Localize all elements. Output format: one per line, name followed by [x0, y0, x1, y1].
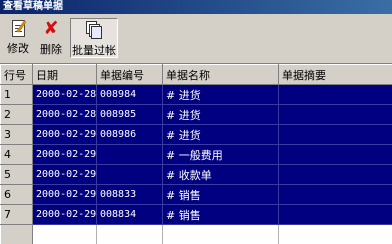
delete-x-icon: ✘ — [43, 18, 59, 39]
empty-cell — [96, 224, 163, 244]
row-number-cell[interactable]: 6 — [0, 184, 33, 205]
row-number-cell[interactable]: 5 — [0, 164, 33, 185]
document-number-cell[interactable]: 008986 — [96, 124, 163, 145]
table-header-row: 行号 日期 单据编号 单据名称 单据摘要 — [0, 64, 392, 85]
empty-row — [0, 224, 392, 244]
document-name-cell[interactable]: # 进货 — [162, 84, 279, 105]
document-number-cell[interactable] — [96, 164, 163, 185]
document-number-cell[interactable]: 008834 — [96, 204, 163, 225]
date-cell[interactable]: 2000-02-29 — [32, 204, 97, 225]
document-name-cell[interactable]: # 销售 — [162, 184, 279, 205]
date-cell[interactable]: 2000-02-29 — [32, 164, 97, 185]
row-number-cell[interactable]: 4 — [0, 144, 33, 165]
column-header-row-number[interactable]: 行号 — [0, 64, 33, 85]
delete-button[interactable]: ✘ 删除 — [37, 18, 65, 58]
table-row[interactable]: 7 2000-02-29 008834 # 销售 — [0, 204, 392, 225]
delete-button-label: 删除 — [40, 43, 62, 56]
edit-button-label: 修改 — [7, 42, 29, 55]
document-name-cell[interactable]: # 进货 — [162, 124, 279, 145]
empty-cell — [278, 224, 392, 244]
date-cell[interactable]: 2000-02-29 — [32, 144, 97, 165]
table-row[interactable]: 6 2000-02-29 008833 # 销售 — [0, 184, 392, 205]
document-summary-cell[interactable] — [278, 184, 392, 205]
column-header-document-name[interactable]: 单据名称 — [162, 64, 279, 85]
toolbar: 修改 ✘ 删除 批量过帐 — [0, 14, 392, 64]
row-number-cell[interactable]: 1 — [0, 84, 33, 105]
document-name-cell[interactable]: # 收款单 — [162, 164, 279, 185]
row-number-cell[interactable]: 7 — [0, 204, 33, 225]
document-number-cell[interactable]: 008985 — [96, 104, 163, 125]
column-header-date[interactable]: 日期 — [32, 64, 97, 85]
row-number-cell[interactable]: 2 — [0, 104, 33, 125]
batch-documents-icon — [86, 21, 102, 39]
draft-documents-grid[interactable]: 行号 日期 单据编号 单据名称 单据摘要 1 2000-02-28 008984 # … — [0, 64, 392, 244]
document-summary-cell[interactable] — [278, 124, 392, 145]
document-number-cell[interactable]: 008984 — [96, 84, 163, 105]
document-summary-cell[interactable] — [278, 104, 392, 125]
document-summary-cell[interactable] — [278, 204, 392, 225]
document-name-cell[interactable]: # 进货 — [162, 104, 279, 125]
edit-button[interactable]: 修改 — [4, 18, 32, 58]
document-number-cell[interactable] — [96, 144, 163, 165]
window-title: 查看草稿单据 — [0, 0, 392, 14]
document-name-cell[interactable]: # 一般费用 — [162, 144, 279, 165]
table-row[interactable]: 5 2000-02-29 # 收款单 — [0, 164, 392, 185]
batch-post-button-label: 批量过帐 — [72, 44, 116, 57]
table-row[interactable]: 4 2000-02-29 # 一般费用 — [0, 144, 392, 165]
document-name-cell[interactable]: # 销售 — [162, 204, 279, 225]
document-summary-cell[interactable] — [278, 164, 392, 185]
table-row[interactable]: 3 2000-02-29 008986 # 进货 — [0, 124, 392, 145]
date-cell[interactable]: 2000-02-28 — [32, 84, 97, 105]
document-number-cell[interactable]: 008833 — [96, 184, 163, 205]
date-cell[interactable]: 2000-02-29 — [32, 184, 97, 205]
date-cell[interactable]: 2000-02-28 — [32, 104, 97, 125]
empty-cell — [162, 224, 279, 244]
batch-post-button[interactable]: 批量过帐 — [70, 18, 118, 58]
column-header-document-summary[interactable]: 单据摘要 — [278, 64, 392, 85]
table-row[interactable]: 1 2000-02-28 008984 # 进货 — [0, 84, 392, 105]
document-summary-cell[interactable] — [278, 84, 392, 105]
edit-document-icon — [11, 20, 26, 37]
date-cell[interactable]: 2000-02-29 — [32, 124, 97, 145]
row-number-cell[interactable]: 3 — [0, 124, 33, 145]
empty-cell — [0, 224, 33, 244]
empty-cell — [32, 224, 97, 244]
table-row[interactable]: 2 2000-02-28 008985 # 进货 — [0, 104, 392, 125]
document-summary-cell[interactable] — [278, 144, 392, 165]
column-header-document-number[interactable]: 单据编号 — [96, 64, 163, 85]
